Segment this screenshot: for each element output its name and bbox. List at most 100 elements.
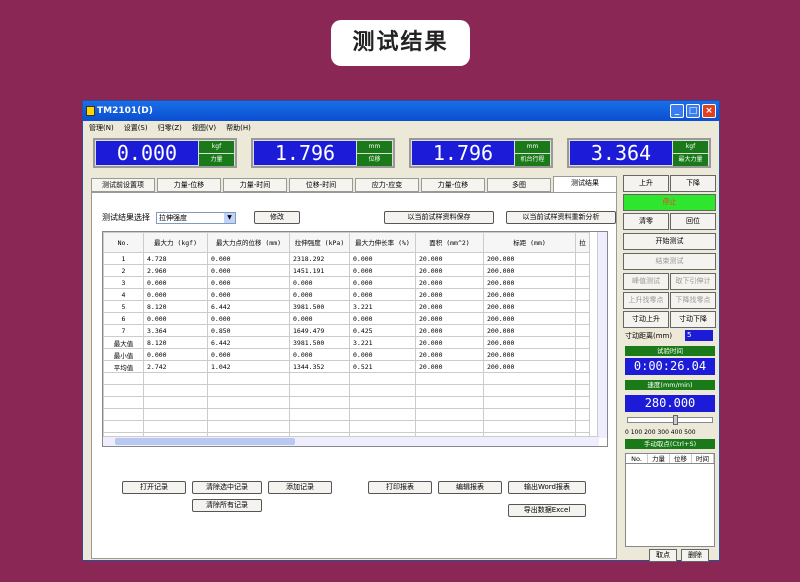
column-header[interactable]: 最大力伸长率 (%)	[349, 232, 416, 253]
table-row-empty[interactable]	[103, 408, 590, 421]
modify-button[interactable]: 修改	[254, 211, 300, 224]
table-cell	[575, 336, 590, 349]
table-cell: 0.000	[349, 312, 416, 325]
clear-selected-button[interactable]: 清除选中记录	[192, 481, 262, 494]
table-row-empty[interactable]	[103, 384, 590, 397]
result-select[interactable]: 拉伸强度 ▼	[156, 211, 236, 224]
column-header[interactable]: 最大力 (kgf)	[143, 232, 208, 253]
up-button[interactable]: 上升	[623, 175, 669, 192]
table-row[interactable]: 6 0.000 0.000 0.000 0.000 20.000 200.000	[103, 312, 590, 325]
tab-displacement-time[interactable]: 位移-时间	[289, 178, 353, 192]
menu-settings[interactable]: 设置(S)	[124, 121, 148, 135]
table-cell: 200.000	[483, 252, 576, 265]
tab-stress-strain[interactable]: 应力-应变	[355, 178, 419, 192]
vertical-scrollbar[interactable]	[597, 232, 607, 438]
table-row-empty[interactable]	[103, 420, 590, 433]
print-report-button[interactable]: 打印报表	[368, 481, 432, 494]
peak-test-button[interactable]: 峰值测试	[623, 273, 669, 290]
export-word-button[interactable]: 输出Word报表	[508, 481, 586, 494]
open-record-button[interactable]: 打开记录	[122, 481, 186, 494]
table-row[interactable]: 最大值 8.120 6.442 3981.500 3.221 20.000 200.000	[103, 336, 590, 349]
table-cell: 2.960	[143, 264, 208, 277]
table-cell: 200.000	[483, 348, 576, 361]
column-header[interactable]: 拉伸强度 (kPa)	[289, 232, 350, 253]
zero-button[interactable]: 清零	[623, 213, 669, 230]
table-cell: 20.000	[415, 264, 484, 277]
reanalyze-button[interactable]: 以当前试样资料重新分析	[506, 211, 616, 224]
tab-multi-chart[interactable]: 多图	[487, 178, 551, 192]
table-cell	[575, 420, 590, 433]
remove-extensometer-button[interactable]: 取下引伸计	[670, 273, 716, 290]
jog-distance-input[interactable]: 5	[685, 330, 713, 341]
table-cell: 1.042	[207, 360, 290, 373]
table-cell	[143, 420, 208, 433]
table-cell	[289, 384, 350, 397]
jog-up-button[interactable]: 寸动上升	[623, 311, 669, 328]
table-row[interactable]: 平均值 2.742 1.042 1344.352 0.521 20.000 200.000	[103, 360, 590, 373]
column-header[interactable]: 面积 (mm^2)	[415, 232, 484, 253]
table-cell	[349, 372, 416, 385]
tab-force-displacement-2[interactable]: 力量-位移	[421, 178, 485, 192]
table-cell	[143, 372, 208, 385]
maximize-button[interactable]: □	[686, 104, 700, 118]
stop-button[interactable]: 停止	[623, 194, 716, 211]
jog-down-button[interactable]: 寸动下降	[670, 311, 716, 328]
slider-knob[interactable]	[673, 415, 679, 425]
table-cell: 20.000	[415, 312, 484, 325]
table-row[interactable]: 5 8.120 6.442 3981.500 3.221 20.000 200.000	[103, 300, 590, 313]
delete-point-button[interactable]: 删除	[681, 549, 709, 562]
tab-test-results[interactable]: 测试结果	[553, 176, 617, 192]
stroke-label: 机台行程	[515, 154, 550, 166]
column-header[interactable]: No.	[103, 232, 144, 253]
table-cell	[483, 408, 576, 421]
table-header-row: No. 最大力 (kgf) 最大力点的位移 (mm) 拉伸强度 (kPa) 最大…	[103, 232, 590, 253]
speed-display[interactable]: 280.000	[625, 395, 715, 412]
table-cell: 0.000	[349, 264, 416, 277]
table-cell: 3	[103, 276, 144, 289]
table-cell: 200.000	[483, 324, 576, 337]
menu-manage[interactable]: 管理(N)	[89, 121, 114, 135]
table-cell: 200.000	[483, 360, 576, 373]
table-row[interactable]: 3 0.000 0.000 0.000 0.000 20.000 200.000	[103, 276, 590, 289]
clear-all-button[interactable]: 清除所有记录	[192, 499, 262, 512]
tab-force-displacement[interactable]: 力量-位移	[157, 178, 221, 192]
table-row[interactable]: 7 3.364 0.850 1649.479 0.425 20.000 200.000	[103, 324, 590, 337]
speed-slider[interactable]	[627, 415, 713, 425]
close-button[interactable]: ×	[702, 104, 716, 118]
tab-force-time[interactable]: 力量-时间	[223, 178, 287, 192]
upper-zero-button[interactable]: 上升找零点	[623, 292, 669, 309]
table-cell: 0.000	[143, 348, 208, 361]
add-record-button[interactable]: 添加记录	[268, 481, 332, 494]
scrollbar-thumb[interactable]	[115, 438, 295, 445]
column-header[interactable]: 最大力点的位移 (mm)	[207, 232, 290, 253]
table-row[interactable]: 4 0.000 0.000 0.000 0.000 20.000 200.000	[103, 288, 590, 301]
home-button[interactable]: 回位	[670, 213, 716, 230]
menu-help[interactable]: 帮助(H)	[226, 121, 251, 135]
max-force-label: 最大力量	[673, 154, 708, 166]
table-cell: 6.442	[207, 336, 290, 349]
menu-view[interactable]: 视图(V)	[192, 121, 216, 135]
table-row[interactable]: 最小值 0.000 0.000 0.000 0.000 20.000 200.000	[103, 348, 590, 361]
results-panel: 测试结果选择 拉伸强度 ▼ 修改 以当前试样资料保存 以当前试样资料重新分析 N…	[91, 192, 617, 559]
stop-test-button[interactable]: 结束测试	[623, 253, 716, 270]
table-cell	[289, 408, 350, 421]
start-test-button[interactable]: 开始测试	[623, 233, 716, 250]
column-header[interactable]: 标距 (mm)	[483, 232, 576, 253]
export-excel-button[interactable]: 导出数据Excel	[508, 504, 586, 517]
tab-pretest[interactable]: 测试前设置项	[91, 178, 155, 192]
lower-zero-button[interactable]: 下降找零点	[670, 292, 716, 309]
edit-report-button[interactable]: 编辑报表	[438, 481, 502, 494]
table-row[interactable]: 1 4.728 0.000 2318.292 0.000 20.000 200.000	[103, 252, 590, 265]
horizontal-scrollbar[interactable]	[103, 436, 599, 446]
table-row-empty[interactable]	[103, 396, 590, 409]
menu-zero[interactable]: 归零(Z)	[158, 121, 182, 135]
save-current-button[interactable]: 以当前试样资料保存	[384, 211, 494, 224]
column-header[interactable]: 拉	[575, 232, 590, 253]
table-cell	[483, 420, 576, 433]
table-cell: 6.442	[207, 300, 290, 313]
down-button[interactable]: 下降	[670, 175, 716, 192]
table-row[interactable]: 2 2.960 0.000 1451.191 0.000 20.000 200.000	[103, 264, 590, 277]
table-row-empty[interactable]	[103, 372, 590, 385]
minimize-button[interactable]: _	[670, 104, 684, 118]
take-point-button[interactable]: 取点	[649, 549, 677, 562]
